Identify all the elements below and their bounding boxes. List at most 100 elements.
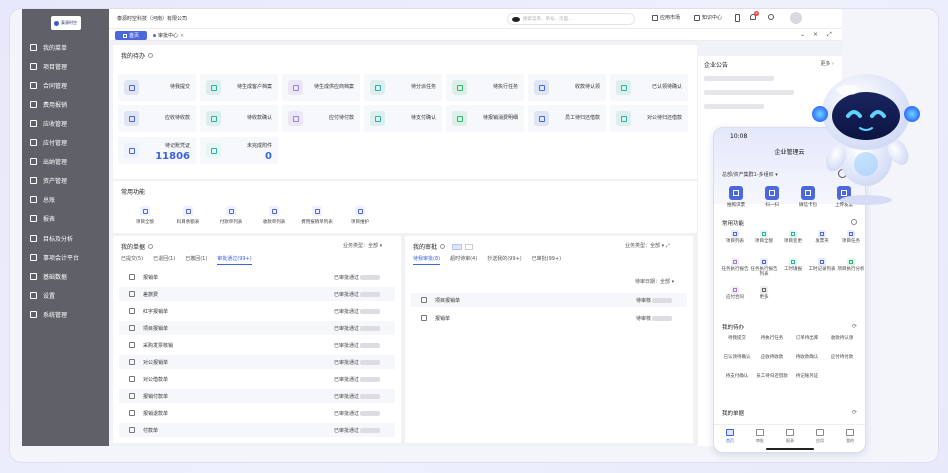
- table-row[interactable]: 采购发票核销 已审批通过: [119, 338, 395, 352]
- phone-todo-item[interactable]: 收款待认领: [825, 336, 859, 341]
- phone-todo-item[interactable]: 应收待收款: [755, 355, 789, 360]
- phone-quick-action[interactable]: 扫一扫: [758, 186, 786, 208]
- mydocs-tab[interactable]: 审批通过(99+): [217, 255, 252, 265]
- table-row[interactable]: 项目报销单 待审核: [411, 293, 687, 307]
- close-icon[interactable]: ×: [813, 31, 818, 38]
- table-row[interactable]: 红字报销单 已审批通过: [119, 304, 395, 318]
- sidebar-item-14[interactable]: 系统管理: [22, 305, 109, 323]
- common-function-item[interactable]: 项目全貌: [127, 206, 163, 225]
- tab-approval-center[interactable]: 审批中心 ×: [153, 31, 184, 40]
- sidebar-item-12[interactable]: 基础数据: [22, 267, 109, 285]
- todo-tile[interactable]: 对公待归还借款: [610, 105, 688, 132]
- phone-org-selector[interactable]: 总部/资产集群1-多组织 ▾: [722, 171, 778, 178]
- phone-common-item[interactable]: 任务执行报告列表: [749, 258, 779, 277]
- phone-common-item[interactable]: 项目变更: [778, 230, 808, 244]
- expand-icon[interactable]: ⤢: [827, 31, 832, 39]
- phone-nav-item[interactable]: 我的: [838, 429, 862, 444]
- phone-nav-item[interactable]: 应用: [808, 429, 832, 444]
- phone-common-item[interactable]: 项目列表: [720, 230, 750, 244]
- mydocs-tab[interactable]: 已退回(1): [153, 255, 175, 265]
- todo-tile[interactable]: 待生成供应商档案: [282, 74, 360, 101]
- avatar[interactable]: [790, 12, 802, 24]
- sidebar-item-6[interactable]: 出纳管理: [22, 153, 109, 171]
- approval-date-filter[interactable]: 待审日期：全部 ▾: [635, 278, 674, 285]
- common-function-item[interactable]: 费用报销单列表: [299, 206, 335, 225]
- sidebar-item-13[interactable]: 设置: [22, 286, 109, 304]
- chevron-down-icon[interactable]: ⌄: [800, 31, 805, 38]
- phone-nav-item[interactable]: 报表: [778, 429, 802, 444]
- table-row[interactable]: 报销退款单 已审批通过: [119, 406, 395, 420]
- phone-nav-item[interactable]: 审批: [748, 429, 772, 444]
- phone-common-item[interactable]: 项目执行分析: [836, 258, 865, 272]
- table-row[interactable]: 对公报销单 已审批通过: [119, 355, 395, 369]
- table-row[interactable]: 付款单 已审批通过: [119, 423, 395, 437]
- phone-todo-item[interactable]: 待收款确认: [790, 355, 824, 360]
- sidebar-item-11[interactable]: 事项会计平台: [22, 248, 109, 266]
- refresh-icon[interactable]: ⟳: [852, 323, 857, 330]
- phone-todo-item[interactable]: 员工待归还借款: [755, 374, 789, 379]
- approval-filter[interactable]: 业务类型：全部 ▾ ⤢: [625, 242, 670, 249]
- knowledge-center-button[interactable]: 知识中心: [694, 14, 722, 21]
- sidebar-item-2[interactable]: 合同管理: [22, 76, 109, 94]
- phone-common-item[interactable]: 发票夹: [807, 230, 837, 244]
- approval-tab[interactable]: 抄送我的(99+): [487, 255, 521, 265]
- approval-tab[interactable]: 超时待审(4): [450, 255, 477, 265]
- refresh-icon[interactable]: ⟳: [852, 409, 857, 416]
- phone-common-item[interactable]: 应付合同: [720, 286, 750, 300]
- sidebar-item-5[interactable]: 应付管理: [22, 134, 109, 152]
- sidebar-item-7[interactable]: 资产管理: [22, 172, 109, 190]
- todo-tile[interactable]: 应付待付款: [282, 105, 360, 132]
- sidebar-item-10[interactable]: 目标及分析: [22, 229, 109, 247]
- company-logo[interactable]: 泰源时空: [22, 9, 109, 37]
- table-row[interactable]: 报销单 待审核: [411, 311, 687, 325]
- common-function-item[interactable]: 付款单列表: [213, 206, 249, 225]
- approval-tab[interactable]: 待我审批(8): [413, 255, 441, 265]
- todo-tile[interactable]: 待支付确认: [364, 105, 442, 132]
- phone-common-item[interactable]: 更多: [749, 286, 779, 300]
- sidebar-item-8[interactable]: 总账: [22, 191, 109, 209]
- phone-common-item[interactable]: 工时填报: [778, 258, 808, 272]
- tile-unfinished-attachment[interactable]: 未完成附件 0: [200, 137, 278, 164]
- phone-todo-item[interactable]: 应付待付款: [825, 355, 859, 360]
- refresh-icon[interactable]: [148, 244, 154, 249]
- sidebar-item-9[interactable]: 报表: [22, 210, 109, 228]
- todo-tile[interactable]: 已认领待确认: [610, 74, 688, 101]
- refresh-icon[interactable]: [148, 53, 154, 58]
- todo-tile[interactable]: 员工待归还借款: [528, 105, 606, 132]
- phone-todo-item[interactable]: 待支付确认: [720, 374, 754, 379]
- bell-icon[interactable]: 9: [750, 11, 759, 20]
- common-function-item[interactable]: 收款单列表: [256, 206, 292, 225]
- sidebar-item-0[interactable]: 我的菜单: [22, 38, 109, 56]
- table-row[interactable]: 对公借款单 已审批通过: [119, 372, 395, 386]
- phone-common-item[interactable]: 项目全貌: [749, 230, 779, 244]
- todo-tile[interactable]: 待我提交: [118, 74, 196, 101]
- table-row[interactable]: 报销付款单 已审批通过: [119, 389, 395, 403]
- phone-common-item[interactable]: 项目任务: [836, 230, 865, 244]
- common-function-item[interactable]: 科目余额表: [170, 206, 206, 225]
- mydocs-filter[interactable]: 业务类型：全部 ▾: [343, 242, 382, 249]
- phone-common-item[interactable]: 工时记录列表: [807, 258, 837, 272]
- todo-tile[interactable]: 待生成客户档案: [200, 74, 278, 101]
- approval-tab[interactable]: 已审批(99+): [532, 255, 561, 265]
- mobile-icon[interactable]: [735, 14, 740, 22]
- close-tab-icon[interactable]: ×: [180, 33, 184, 39]
- phone-nav-item[interactable]: 首页: [718, 429, 742, 444]
- sidebar-item-4[interactable]: 应收管理: [22, 114, 109, 132]
- todo-tile[interactable]: 待执行任务: [446, 74, 524, 101]
- tab-home[interactable]: 首页: [115, 31, 147, 40]
- search-input[interactable]: 搜索菜单、单号、页面…: [507, 13, 635, 25]
- gear-icon[interactable]: [851, 219, 857, 225]
- todo-tile[interactable]: 待收款确认: [200, 105, 278, 132]
- phone-todo-item[interactable]: 待记账凭证: [790, 374, 824, 379]
- gift-icon[interactable]: [768, 14, 774, 20]
- card-view-icon[interactable]: [452, 243, 463, 250]
- phone-quick-action[interactable]: 拍照识票: [722, 186, 750, 208]
- app-market-button[interactable]: 应用市场: [652, 14, 680, 21]
- table-row[interactable]: 报销单 已审批通过: [119, 270, 395, 284]
- phone-todo-item[interactable]: 订单待出库: [790, 336, 824, 341]
- phone-todo-item[interactable]: 待我提交: [720, 336, 754, 341]
- todo-tile[interactable]: 应收待收款: [118, 105, 196, 132]
- todo-tile[interactable]: 待分派任务: [364, 74, 442, 101]
- tile-pending-voucher[interactable]: 待记账凭证 11806: [118, 137, 196, 164]
- sidebar-item-3[interactable]: 费用报销: [22, 95, 109, 113]
